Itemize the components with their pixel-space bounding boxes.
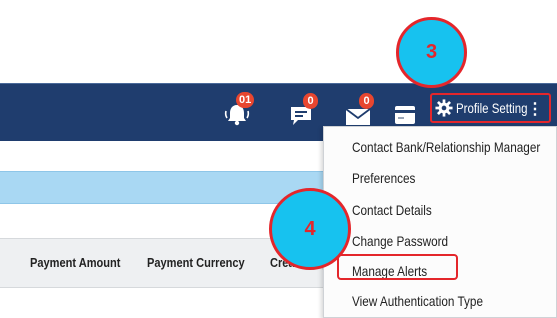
menu-item-contact-details[interactable]: Contact Details — [352, 202, 432, 218]
manage-alerts-highlight — [337, 254, 458, 280]
step-number: 3 — [425, 41, 438, 63]
step-callout-4: 4 — [269, 188, 351, 270]
notifications-badge: 01 — [236, 92, 255, 108]
messages-badge: 0 — [303, 93, 318, 109]
menu-item-contact-bank[interactable]: Contact Bank/Relationship Manager — [352, 139, 540, 155]
column-header-payment-currency[interactable]: Payment Currency — [147, 255, 245, 270]
profile-setting-button[interactable]: Profile Setting ⋮ — [430, 93, 551, 123]
profile-setting-dropdown: Contact Bank/Relationship Manager Prefer… — [323, 126, 557, 318]
card-icon — [395, 106, 415, 124]
mail-badge: 0 — [359, 93, 374, 109]
step-number: 4 — [304, 217, 316, 240]
messages-button[interactable]: 0 — [289, 93, 319, 130]
gear-icon — [435, 99, 453, 117]
menu-item-preferences[interactable]: Preferences — [352, 170, 415, 186]
menu-item-view-authentication-type[interactable]: View Authentication Type — [352, 293, 483, 309]
profile-setting-label: Profile Setting — [456, 100, 528, 116]
step-callout-3: 3 — [396, 17, 467, 88]
menu-item-change-password[interactable]: Change Password — [352, 233, 448, 249]
notifications-button[interactable]: 01 — [224, 92, 256, 130]
kebab-menu-icon[interactable]: ⋮ — [527, 99, 543, 119]
column-header-payment-amount[interactable]: Payment Amount — [30, 255, 120, 270]
card-button[interactable] — [394, 104, 418, 128]
mail-icon — [345, 108, 371, 125]
screen: 01 0 0 Profile Setting ⋮ Payment Amount … — [0, 0, 557, 318]
